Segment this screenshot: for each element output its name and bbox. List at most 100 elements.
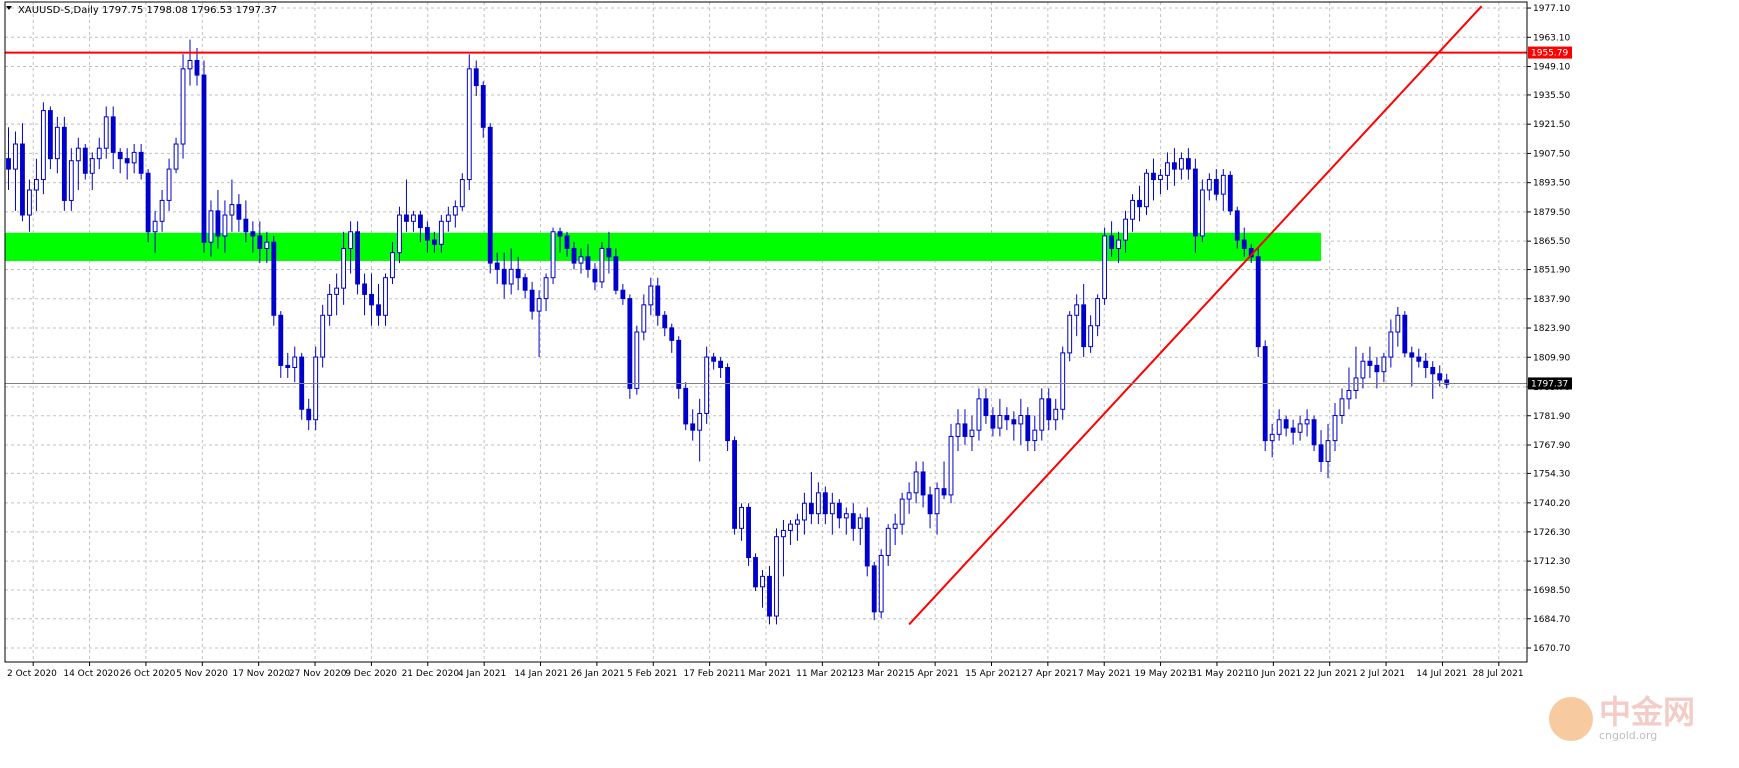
candle <box>1039 388 1045 441</box>
candle-body <box>697 412 703 431</box>
candle <box>515 256 521 291</box>
candle-body <box>571 247 577 264</box>
candle <box>47 106 53 170</box>
candle <box>61 116 67 211</box>
candle <box>599 242 605 289</box>
candle-body <box>341 247 347 289</box>
candle-body <box>131 151 137 164</box>
candle <box>445 206 451 232</box>
chart-root[interactable]: 1670.70 1684.70 1698.50 1712.30 1726.30 1740.… <box>0 0 1739 764</box>
candle-body <box>117 151 123 160</box>
candle-body <box>927 494 933 515</box>
candle <box>313 346 319 431</box>
x-tick-label: 27 Apr 2021 <box>1022 669 1078 679</box>
candle-body <box>145 172 151 233</box>
candle-body <box>229 204 235 216</box>
candle-body <box>1206 179 1212 191</box>
candle <box>1025 407 1031 452</box>
candle-body <box>466 68 472 181</box>
candle-body <box>27 189 32 216</box>
candle <box>292 346 298 383</box>
candle <box>68 148 74 211</box>
candle <box>173 137 179 174</box>
watermark-brand: 中金网 <box>1598 693 1695 731</box>
candle <box>1074 294 1080 337</box>
candle <box>1416 348 1422 368</box>
candle <box>411 210 416 232</box>
candle-body <box>1046 398 1052 421</box>
candle <box>983 388 989 424</box>
candle-body <box>550 231 556 279</box>
candle-body <box>417 214 423 229</box>
candle-body <box>1304 419 1310 425</box>
candle <box>131 144 137 174</box>
candle-body <box>1004 415 1010 421</box>
y-tick-label: 1726.30 <box>1533 528 1570 538</box>
candle <box>110 106 116 170</box>
watermark-url: cngold.org <box>1598 729 1658 742</box>
candle <box>299 352 305 420</box>
candle <box>1409 346 1415 387</box>
candle-body <box>1381 356 1387 373</box>
candle <box>843 507 849 535</box>
candle-body <box>704 356 710 414</box>
candle-body <box>906 492 912 500</box>
candle <box>739 503 744 541</box>
candle <box>1018 398 1024 445</box>
x-tick-label: 9 Dec 2020 <box>345 669 397 679</box>
candle-body <box>739 506 744 529</box>
x-tick-label: 7 May 2021 <box>1078 669 1131 679</box>
candle <box>473 60 479 96</box>
candle <box>683 382 689 431</box>
candle <box>1067 311 1073 362</box>
candle-body <box>68 160 74 201</box>
x-tick-label: 14 Jul 2021 <box>1416 669 1467 679</box>
candle-body <box>320 314 326 358</box>
candle <box>54 116 60 174</box>
candle <box>466 54 472 190</box>
candle-body <box>424 227 430 241</box>
candle-body <box>54 126 60 160</box>
candle-body <box>487 126 493 264</box>
candle <box>976 388 982 441</box>
candle <box>1255 248 1261 358</box>
candle-body <box>452 206 458 216</box>
candle <box>1004 407 1010 431</box>
candle <box>6 127 11 190</box>
candle-body <box>781 529 786 538</box>
candle-body <box>606 247 612 258</box>
candle-body <box>1423 360 1429 369</box>
candle-body <box>1095 298 1101 327</box>
x-tick-label: 15 Apr 2021 <box>965 669 1021 679</box>
candle <box>648 277 654 316</box>
candle-body <box>1430 367 1436 375</box>
candle-body <box>1025 415 1031 442</box>
candle <box>906 482 912 514</box>
price-chart[interactable]: 1670.70 1684.70 1698.50 1712.30 1726.30 1740.… <box>0 0 1739 764</box>
candle-body <box>1067 314 1073 354</box>
candle-body <box>383 277 388 316</box>
candle-body <box>955 423 961 437</box>
candle-body <box>355 231 360 285</box>
candle <box>801 492 807 535</box>
candle <box>1151 158 1156 201</box>
candle-body <box>913 471 919 494</box>
candle-body <box>1137 199 1142 208</box>
candle-body <box>557 231 563 237</box>
candle <box>187 39 193 86</box>
candle <box>1276 409 1282 441</box>
candle-body <box>159 199 165 222</box>
candle <box>1032 415 1038 452</box>
candle-body <box>292 356 298 369</box>
candle-body <box>1060 352 1066 410</box>
candle-body <box>962 423 968 437</box>
candle-body <box>515 268 521 279</box>
candle-body <box>1074 304 1080 316</box>
candle-body <box>6 158 11 170</box>
candle-body <box>948 435 954 496</box>
candle-body <box>362 283 367 295</box>
grid-layer <box>5 2 1527 662</box>
candle-body <box>746 506 751 559</box>
candle <box>383 273 388 326</box>
candle <box>82 144 88 180</box>
